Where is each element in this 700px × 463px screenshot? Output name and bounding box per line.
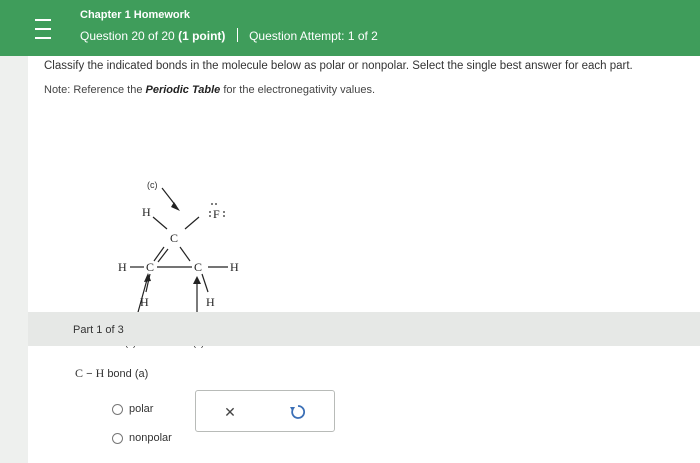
nonpolar-label: nonpolar xyxy=(129,432,172,444)
question-points: (1 point) xyxy=(178,29,226,43)
atom-h-bottom-left: H xyxy=(140,295,149,309)
atom-h-left: H xyxy=(118,260,127,274)
atom-h-right: H xyxy=(230,260,239,274)
atom-h-top: H xyxy=(142,205,151,219)
atom-f: F xyxy=(213,207,220,221)
nonpolar-radio[interactable] xyxy=(112,432,123,444)
attempt-value: 1 of 2 xyxy=(347,29,378,43)
bond-atom-h: H xyxy=(95,366,105,380)
bond-description: bond (a) xyxy=(107,368,149,380)
question-note: Note: Reference the Periodic Table for t… xyxy=(44,84,375,96)
polar-label: polar xyxy=(129,403,154,415)
atom-h-bottom-right: H xyxy=(206,295,215,309)
undo-icon[interactable] xyxy=(288,402,308,422)
label-c: (c) xyxy=(147,180,158,190)
question-number: Question 20 of 20 xyxy=(80,29,175,43)
option-polar[interactable]: polar xyxy=(112,403,153,415)
question-text: Classify the indicated bonds in the mole… xyxy=(44,60,633,72)
atom-c-right: C xyxy=(194,260,202,274)
bond-dash: − xyxy=(86,368,93,380)
close-icon[interactable]: ✕ xyxy=(220,402,240,422)
question-panel: Classify the indicated bonds in the mole… xyxy=(28,56,700,463)
assignment-title: Chapter 1 Homework xyxy=(80,9,191,21)
arrow-c-head xyxy=(171,202,180,211)
bond-h-c-top xyxy=(152,216,168,230)
atom-c-top: C xyxy=(170,231,178,245)
bond-prompt: C − H bond (a) xyxy=(75,366,148,381)
periodic-table-link[interactable]: Periodic Table xyxy=(146,84,221,96)
header-bar: Chapter 1 Homework Question 20 of 20 (1 … xyxy=(0,0,700,56)
answer-actions: ✕ xyxy=(195,390,335,432)
attempt-label: Question Attempt: xyxy=(249,29,345,43)
bond-c-f xyxy=(184,216,200,230)
header-divider xyxy=(236,28,238,42)
note-prefix: Note: Reference the xyxy=(44,84,143,96)
bond-c-c-right xyxy=(179,246,191,262)
polar-radio[interactable] xyxy=(112,403,123,415)
bond-c-c-left-2 xyxy=(157,248,169,263)
option-nonpolar[interactable]: nonpolar xyxy=(112,432,172,444)
part-header: Part 1 of 3 xyxy=(28,312,700,346)
menu-icon[interactable] xyxy=(30,16,56,42)
question-info: Question 20 of 20 (1 point) Question Att… xyxy=(80,28,378,43)
atom-c-left: C xyxy=(146,260,154,274)
part-label: Part 1 of 3 xyxy=(73,324,124,336)
bond-atom-c: C xyxy=(75,366,84,380)
bond-c-h-bottom-right xyxy=(201,273,209,293)
bond-c-c-left xyxy=(153,246,165,262)
note-suffix: for the electronegativity values. xyxy=(223,84,376,96)
arrow-b-head xyxy=(193,276,201,284)
